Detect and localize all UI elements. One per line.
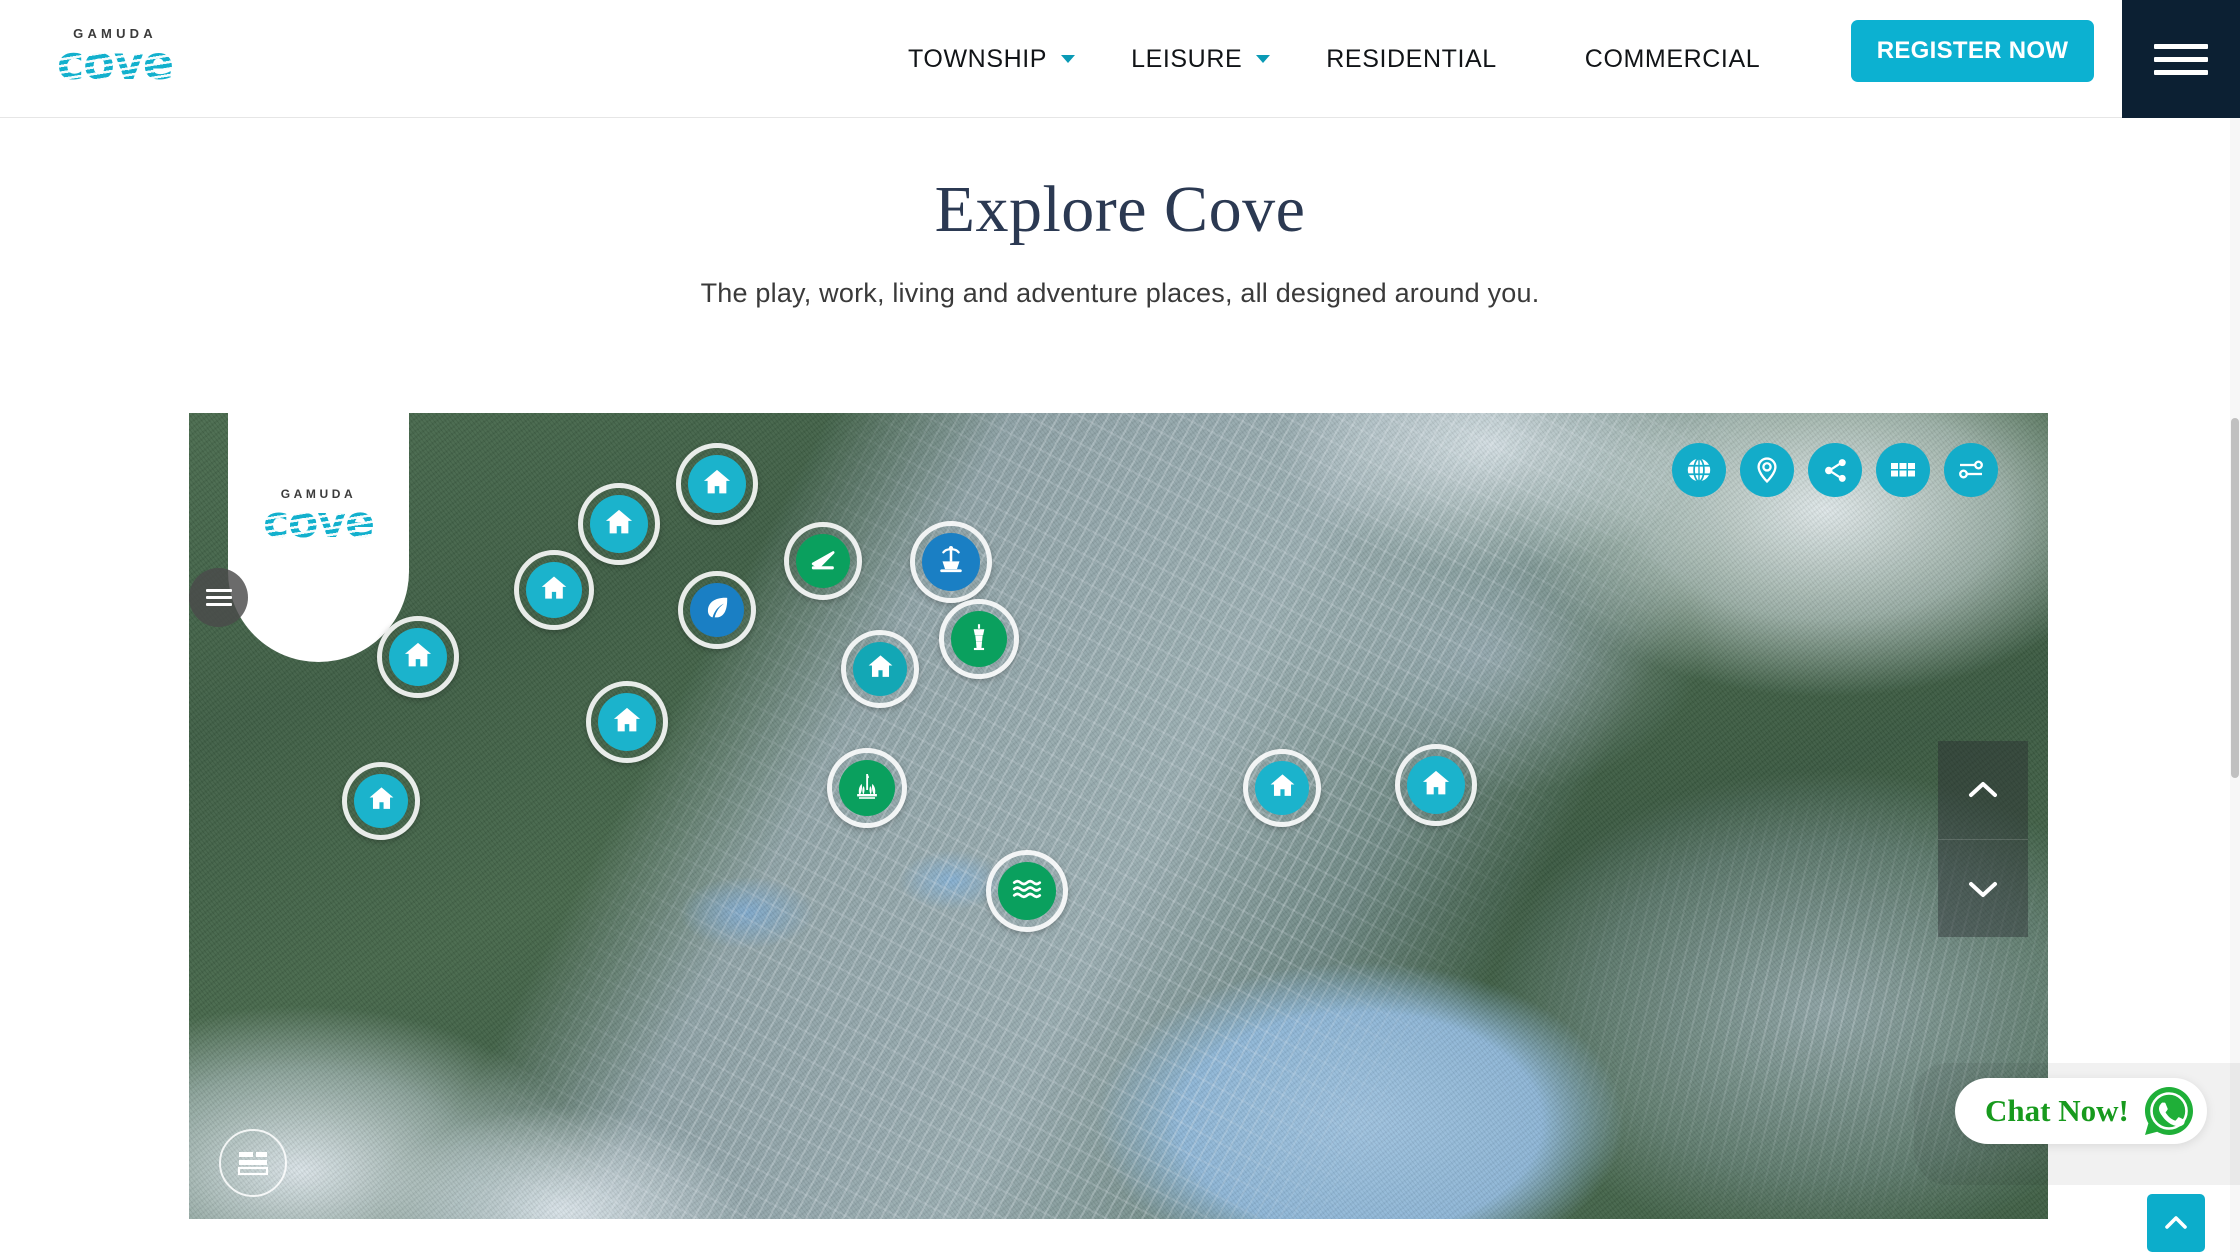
- main-navigation: TOWNSHIP LEISURE RESIDENTIAL COMMERCIAL: [880, 0, 1788, 118]
- nav-label-residential: RESIDENTIAL: [1326, 44, 1497, 73]
- register-now-button[interactable]: REGISTER NOW: [1851, 20, 2094, 82]
- leaf-icon: [702, 592, 733, 628]
- map-tool-filter-button[interactable]: [1944, 443, 1998, 497]
- logo-name-text: cove: [53, 35, 177, 90]
- map-road-overlay-secondary: [189, 413, 2048, 1219]
- nav-label-township: TOWNSHIP: [908, 44, 1048, 73]
- filter-icon: [1959, 460, 1983, 479]
- nav-item-leisure[interactable]: LEISURE: [1103, 45, 1298, 74]
- chevron-down-icon: [1969, 881, 1997, 897]
- chevron-down-icon: [1256, 55, 1271, 63]
- chevron-up-icon: [2165, 1216, 2187, 1229]
- wetland-icon: [851, 770, 883, 807]
- map-marker-home[interactable]: [514, 550, 594, 630]
- graduation-icon: [808, 543, 839, 579]
- map-marker-waterpark[interactable]: [910, 521, 992, 603]
- home-icon: [602, 505, 636, 544]
- home-icon: [401, 638, 435, 677]
- map-marker-education[interactable]: [784, 522, 862, 600]
- map-toolbar: [1672, 443, 1998, 497]
- map-legend-button[interactable]: [219, 1129, 287, 1197]
- map-marker-home[interactable]: [841, 630, 919, 708]
- home-icon: [366, 783, 397, 819]
- map-scroll-controls: [1938, 741, 2028, 937]
- map-menu-button[interactable]: [189, 568, 248, 627]
- hamburger-icon: [205, 585, 232, 610]
- site-header: GAMUDA cove TOWNSHIP LEISURE RESIDENTIAL…: [0, 0, 2240, 118]
- map-marker-home[interactable]: [342, 762, 420, 840]
- map-marker-lake[interactable]: [986, 850, 1068, 932]
- nav-label-leisure: LEISURE: [1131, 44, 1243, 73]
- map-marker-home[interactable]: [578, 483, 660, 565]
- hamburger-icon: [2154, 36, 2208, 83]
- map-scroll-down-button[interactable]: [1938, 839, 2028, 937]
- back-to-top-button[interactable]: [2147, 1194, 2205, 1252]
- page-title: Explore Cove: [934, 173, 1306, 246]
- nav-item-commercial[interactable]: COMMERCIAL: [1525, 45, 1788, 74]
- grid-icon: [1891, 463, 1915, 477]
- globe-icon: [1687, 457, 1711, 483]
- map-marker-home[interactable]: [586, 681, 668, 763]
- map-pin-icon: [1757, 457, 1777, 484]
- home-icon: [1419, 766, 1453, 805]
- map-marker-wetland[interactable]: [827, 748, 907, 828]
- nav-item-residential[interactable]: RESIDENTIAL: [1298, 45, 1525, 74]
- waves-icon: [1010, 872, 1044, 911]
- home-icon: [1267, 770, 1298, 806]
- chevron-down-icon: [1061, 55, 1076, 63]
- map-tool-location-button[interactable]: [1740, 443, 1794, 497]
- map-marker-nature[interactable]: [678, 571, 756, 649]
- share-icon: [1824, 458, 1846, 482]
- home-icon: [700, 465, 734, 504]
- map-marker-tower[interactable]: [939, 599, 1019, 679]
- home-icon: [865, 651, 896, 687]
- map-marker-home[interactable]: [1243, 749, 1321, 827]
- nav-label-commercial: COMMERCIAL: [1584, 44, 1761, 73]
- map-marker-home[interactable]: [1395, 744, 1477, 826]
- tower-icon: [963, 621, 995, 658]
- map-marker-home[interactable]: [377, 616, 459, 698]
- badge-name-text: cove: [260, 497, 377, 549]
- whatsapp-icon: [2144, 1087, 2193, 1135]
- map-tool-globe-button[interactable]: [1672, 443, 1726, 497]
- map-tool-gallery-button[interactable]: [1876, 443, 1930, 497]
- site-logo[interactable]: GAMUDA cove: [30, 20, 200, 92]
- chevron-up-icon: [1969, 782, 1997, 797]
- map-brand-badge: GAMUDA cove: [228, 413, 409, 662]
- nav-item-township[interactable]: TOWNSHIP: [880, 45, 1103, 74]
- page-scrollbar[interactable]: [2230, 118, 2240, 1260]
- menu-toggle-button[interactable]: [2122, 0, 2240, 118]
- layers-icon: [237, 1152, 269, 1176]
- chat-now-button[interactable]: Chat Now!: [1955, 1078, 2207, 1144]
- map-scroll-up-button[interactable]: [1938, 741, 2028, 839]
- scrollbar-thumb[interactable]: [2231, 418, 2239, 778]
- chat-now-label: Chat Now!: [1985, 1093, 2129, 1128]
- map-tool-share-button[interactable]: [1808, 443, 1862, 497]
- home-icon: [610, 703, 644, 742]
- page-subtitle: The play, work, living and adventure pla…: [700, 278, 1540, 308]
- map-marker-home[interactable]: [676, 443, 758, 525]
- home-icon: [538, 572, 570, 609]
- interactive-map[interactable]: GAMUDA cove: [189, 413, 2048, 1219]
- fountain-icon: [934, 543, 968, 582]
